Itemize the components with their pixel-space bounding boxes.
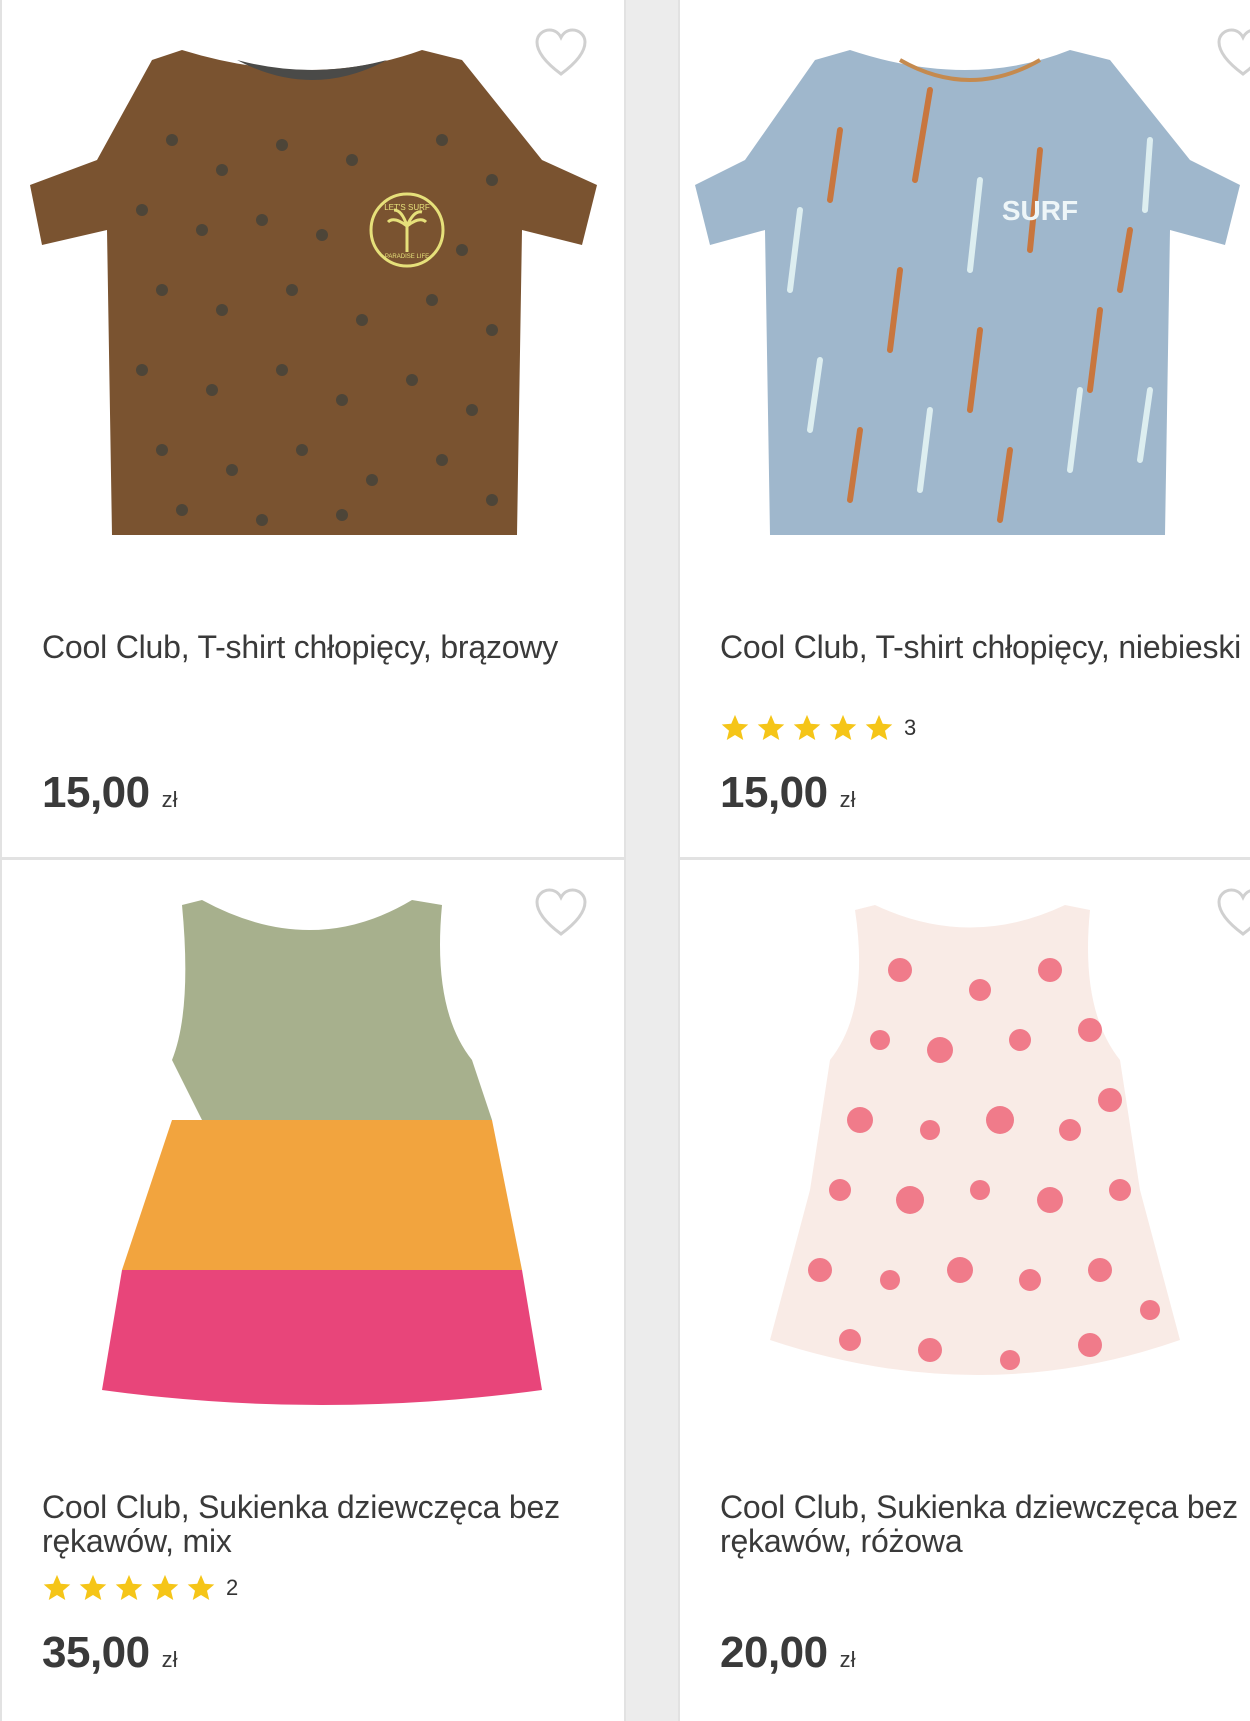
rating-count: 2: [226, 1575, 239, 1600]
star-icon: [829, 714, 857, 740]
product-title[interactable]: Cool Club, T-shirt chłopięcy, niebieski: [720, 630, 1250, 664]
product-card[interactable]: LET'S SURF PARADISE LIFE Cool Club, T-sh…: [0, 0, 626, 859]
product-image[interactable]: [680, 890, 1250, 1410]
star-icon: [865, 714, 893, 740]
product-card[interactable]: Cool Club, Sukienka dziewczęca bez rękaw…: [678, 858, 1250, 1721]
product-price: 20,00 zł: [720, 1628, 856, 1678]
product-title[interactable]: Cool Club, Sukienka dziewczęca bez rękaw…: [720, 1490, 1250, 1558]
price-amount: 35,00: [42, 1628, 150, 1677]
star-icon: [757, 714, 785, 740]
rating-count: 3: [904, 715, 917, 740]
star-icon: [721, 714, 749, 740]
product-title[interactable]: Cool Club, T-shirt chłopięcy, brązowy: [42, 630, 582, 664]
product-image[interactable]: [22, 890, 602, 1410]
price-amount: 15,00: [720, 768, 828, 817]
star-icon: [151, 1574, 179, 1600]
product-price: 35,00 zł: [42, 1628, 178, 1678]
product-title[interactable]: Cool Club, Sukienka dziewczęca bez rękaw…: [42, 1490, 582, 1558]
product-image[interactable]: SURF: [680, 30, 1250, 550]
price-amount: 15,00: [42, 768, 150, 817]
product-grid: LET'S SURF PARADISE LIFE Cool Club, T-sh…: [0, 0, 1250, 1721]
product-image[interactable]: LET'S SURF PARADISE LIFE: [22, 30, 602, 550]
logo-subtext: PARADISE LIFE: [385, 254, 429, 260]
product-price: 15,00 zł: [720, 768, 856, 818]
product-card[interactable]: SURF Cool Club, T-shirt chłopięcy, niebi…: [678, 0, 1250, 859]
price-amount: 20,00: [720, 1628, 828, 1677]
star-icon: [79, 1574, 107, 1600]
price-currency: zł: [839, 787, 856, 812]
logo-text: LET'S SURF: [384, 203, 430, 212]
star-icon: [43, 1574, 71, 1600]
logo-text: SURF: [1002, 195, 1078, 226]
product-rating: 3: [720, 712, 916, 744]
product-price: 15,00 zł: [42, 768, 178, 818]
price-currency: zł: [839, 1647, 856, 1672]
star-icon: [187, 1574, 215, 1600]
star-icon: [115, 1574, 143, 1600]
price-currency: zł: [161, 1647, 178, 1672]
product-rating: 2: [42, 1572, 238, 1604]
star-icon: [793, 714, 821, 740]
price-currency: zł: [161, 787, 178, 812]
product-card[interactable]: Cool Club, Sukienka dziewczęca bez rękaw…: [0, 858, 626, 1721]
